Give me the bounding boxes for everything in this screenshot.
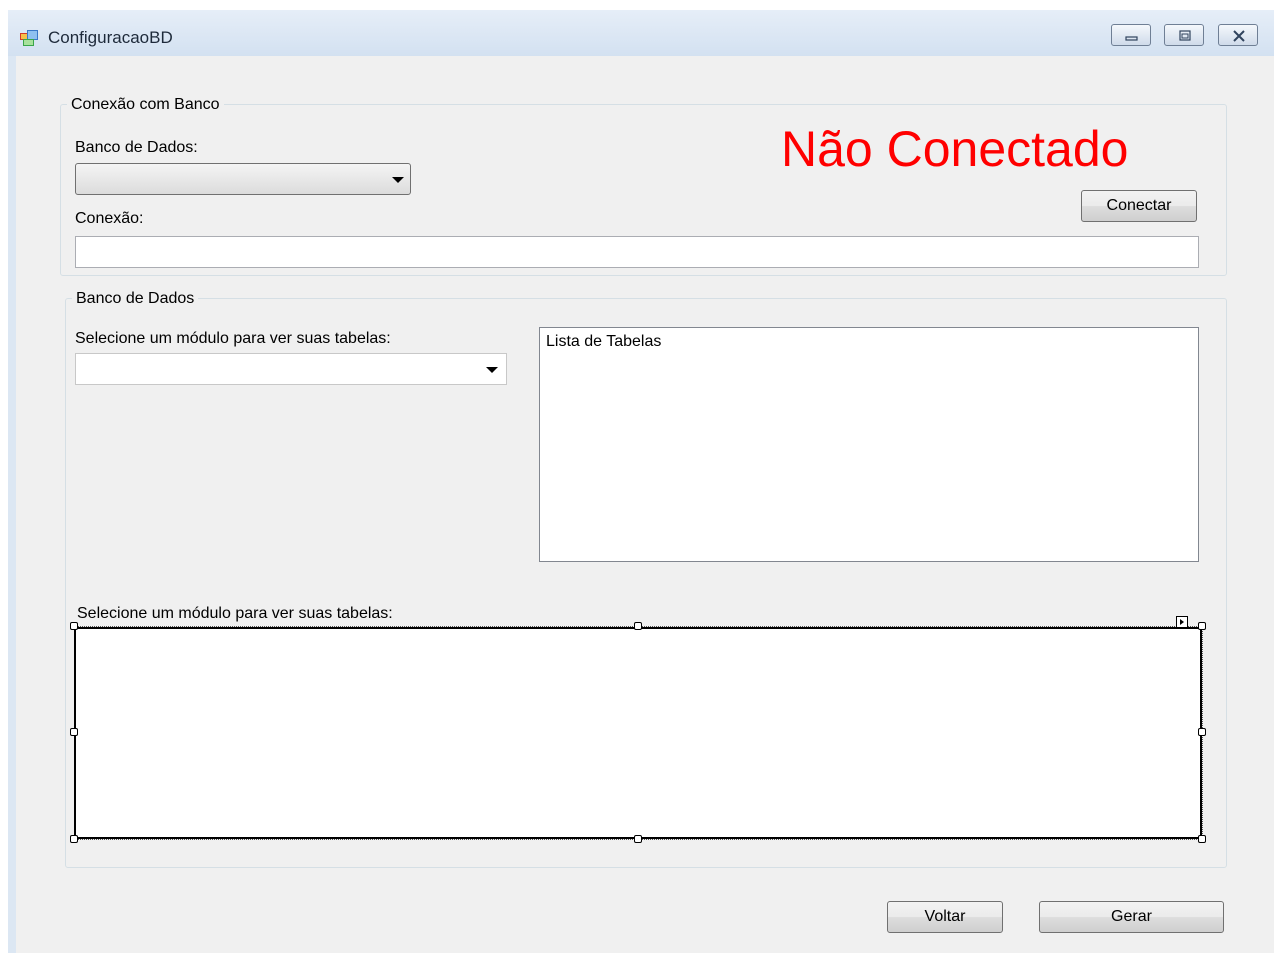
close-button[interactable]: [1218, 24, 1258, 46]
resize-handle[interactable]: [70, 728, 78, 736]
connection-group-title: Conexão com Banco: [67, 96, 224, 114]
resize-handle[interactable]: [634, 622, 642, 630]
tables-listbox[interactable]: Lista de Tabelas: [539, 327, 1199, 562]
module-label: Selecione um módulo para ver suas tabela…: [75, 330, 391, 347]
generate-button[interactable]: Gerar: [1039, 901, 1224, 933]
resize-handle[interactable]: [1198, 835, 1206, 843]
module-dropdown[interactable]: [75, 353, 507, 385]
tables-grid[interactable]: [74, 627, 1202, 839]
resize-handle[interactable]: [634, 835, 642, 843]
smart-tag-arrow-icon[interactable]: [1176, 616, 1188, 628]
database-dropdown[interactable]: [75, 163, 411, 195]
maximize-button[interactable]: [1164, 24, 1204, 46]
form-client-area: Conexão com Banco Banco de Dados: Conexã…: [16, 56, 1274, 953]
connect-button[interactable]: Conectar: [1081, 190, 1197, 222]
connection-label: Conexão:: [75, 210, 144, 227]
minimize-button[interactable]: [1111, 24, 1151, 46]
window-title: ConfiguracaoBD: [48, 28, 173, 47]
resize-handle[interactable]: [70, 835, 78, 843]
chevron-down-icon: [486, 367, 498, 373]
connection-status-text: Não Conectado: [781, 121, 1129, 177]
chevron-down-icon: [392, 177, 404, 183]
connection-string-input[interactable]: [75, 236, 1199, 268]
title-bar[interactable]: ConfiguracaoBD: [8, 10, 1274, 56]
grid-label: Selecione um módulo para ver suas tabela…: [77, 605, 393, 622]
resize-handle[interactable]: [1198, 622, 1206, 630]
back-button[interactable]: Voltar: [887, 901, 1003, 933]
close-icon: [1233, 30, 1245, 42]
maximize-icon: [1179, 30, 1191, 41]
resize-handle[interactable]: [70, 622, 78, 630]
database-group-title: Banco de Dados: [72, 290, 199, 308]
resize-handle[interactable]: [1198, 728, 1206, 736]
list-item[interactable]: Lista de Tabelas: [546, 333, 661, 351]
application-window: ConfiguracaoBD Conexão com Banco Banco d…: [8, 10, 1274, 953]
minimize-icon: [1125, 36, 1138, 41]
database-label: Banco de Dados:: [75, 139, 198, 156]
form-icon: [20, 30, 38, 46]
